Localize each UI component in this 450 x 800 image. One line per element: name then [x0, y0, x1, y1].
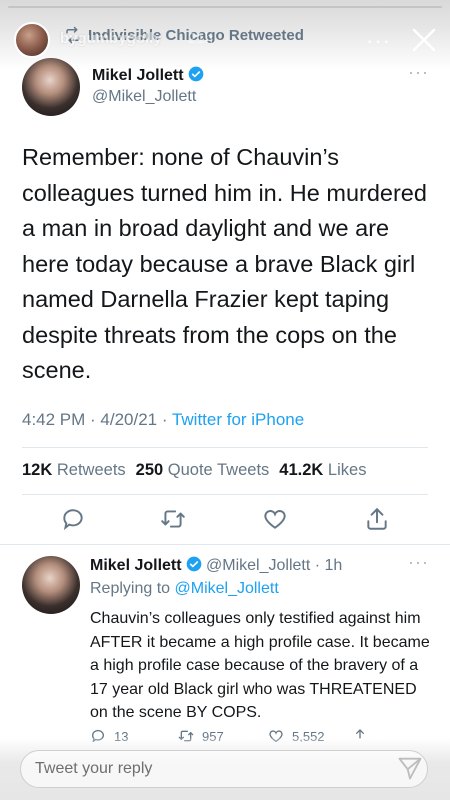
tweet-time: 4:42 PM · 4/20/21 · — [22, 410, 172, 429]
retweet-icon — [161, 510, 185, 528]
story-avatar[interactable] — [14, 22, 50, 58]
tweet-source-link[interactable]: Twitter for iPhone — [172, 410, 304, 429]
reply-author-name[interactable]: Mikel Jollett — [90, 557, 182, 574]
replying-to-link[interactable]: @Mikel_Jollett — [175, 580, 279, 597]
divider — [22, 447, 428, 448]
like-button[interactable] — [262, 506, 288, 532]
tweet-actions — [22, 506, 428, 536]
reply-avatar[interactable] — [22, 556, 80, 614]
reply-text: Chauvin’s colleagues only testified agai… — [90, 610, 430, 721]
verified-badge-icon — [188, 66, 203, 82]
replying-prefix: Replying to — [90, 580, 175, 597]
retweets-stat[interactable]: 12K Retweets — [22, 461, 126, 480]
share-button[interactable] — [364, 506, 390, 532]
verified-badge-icon — [186, 556, 201, 572]
author-name: Mikel Jollett — [92, 67, 184, 84]
quotes-label: Quote Tweets — [167, 461, 270, 479]
retweets-count: 12K — [22, 461, 53, 479]
reply-author-handle[interactable]: @Mikel_Jollett · 1h — [206, 557, 342, 574]
replying-to: Replying to @Mikel_Jollett — [90, 580, 279, 598]
heart-icon — [264, 510, 286, 529]
tweet-timestamp: 4:42 PM · 4/20/21 · Twitter for iPhone — [22, 410, 304, 430]
author-handle[interactable]: @Mikel_Jollett — [92, 88, 196, 106]
retweets-label: Retweets — [56, 461, 126, 479]
story-more-button[interactable]: ··· — [366, 28, 391, 54]
divider — [22, 494, 428, 495]
likes-label: Likes — [327, 461, 367, 479]
share-icon — [367, 508, 387, 530]
likes-stat[interactable]: 41.2K Likes — [279, 461, 366, 480]
story-time: 21h — [188, 30, 214, 47]
tweet-more-icon[interactable]: ··· — [408, 62, 429, 83]
likes-count: 41.2K — [279, 461, 324, 479]
send-icon[interactable] — [396, 754, 424, 782]
tweet-text: Remember: none of Chauvin’s colleagues t… — [22, 144, 427, 383]
tweet-author[interactable]: Mikel Jollett — [92, 66, 204, 85]
story-reply-input[interactable]: Tweet your reply — [20, 750, 428, 788]
tweet-stats: 12K Retweets 250 Quote Tweets 41.2K Like… — [22, 461, 366, 480]
close-icon[interactable] — [410, 26, 438, 54]
quote-tweets-stat[interactable]: 250 Quote Tweets — [136, 461, 270, 480]
reply-more-icon[interactable]: ··· — [408, 552, 429, 573]
reply-header: Mikel Jollett @Mikel_Jollett · 1h — [90, 556, 342, 575]
avatar[interactable] — [22, 58, 80, 116]
retweet-button[interactable] — [160, 506, 186, 532]
section-divider — [0, 544, 450, 545]
reply-button[interactable] — [60, 506, 86, 532]
reply-icon — [63, 509, 83, 531]
story-progress-bar — [8, 6, 442, 8]
story-reply-placeholder: Tweet your reply — [35, 760, 153, 777]
quotes-count: 250 — [135, 461, 164, 479]
story-username[interactable]: bygumbygolly — [60, 30, 162, 47]
